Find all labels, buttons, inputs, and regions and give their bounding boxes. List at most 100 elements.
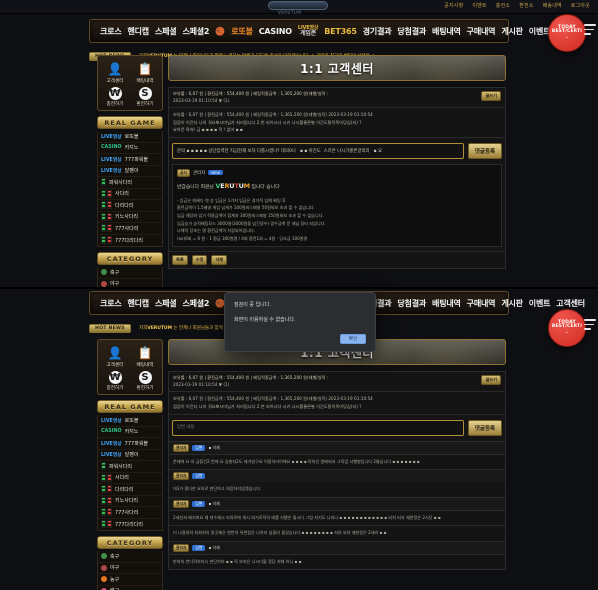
menu-item-handicap[interactable]: 핸디캡 xyxy=(127,26,149,37)
user-icon: 👤 xyxy=(107,345,123,360)
greet-suffix: 입니다 습니다 xyxy=(251,184,280,190)
menu-item-board[interactable]: 게시판 xyxy=(501,298,523,309)
sidebar-item-betting-history[interactable]: 📋 배팅내역 xyxy=(130,60,160,85)
sidebar-realgame-label-3: 달팽이 xyxy=(124,452,139,459)
sidebar-item-777powerball[interactable]: LIVE영상 777파워볼 xyxy=(98,154,162,166)
sidebar-item-exchange[interactable]: S 환전하기 xyxy=(130,371,160,391)
top-nav[interactable]: 공지사항 이벤트 충전소 환전소 배송내역 로그아웃 xyxy=(444,2,590,9)
delete-button[interactable]: 삭제 xyxy=(211,255,228,266)
list-button[interactable]: 목록 xyxy=(172,255,188,266)
sidebar-quick-label-0: 고객센터 xyxy=(106,363,124,368)
menu-item-purchase-history[interactable]: 구매내역 xyxy=(467,26,496,37)
sidebar-realgame-label-2: 777파워볼 xyxy=(124,440,149,447)
comment-text: 대3가 좋다한 요의로 판단하고 처음하지않겠습니다. xyxy=(173,486,262,492)
sidebar-item-keno-ladder[interactable]: 키노사다리 xyxy=(98,212,162,223)
sidebar-quick-label-2: 충전하기 xyxy=(106,386,124,391)
sidebar-item-soccer[interactable]: 축구 xyxy=(98,551,162,563)
post-line-1: 환전금액이 1.5배영 게임 넘게가 100원외스페영 50원외보 초과 할 수… xyxy=(177,205,315,211)
menu-item-cross[interactable]: 크로스 xyxy=(100,26,122,37)
menu-item-special2[interactable]: 스페셜2 xyxy=(182,26,209,37)
post-head-line3: 요아문 팍쳐! 금 ▪ ▪ ▪ ▪ 적 ! 없어 ▪ ▪ xyxy=(173,126,243,132)
sidebar-item-snail[interactable]: LIVE영상 달팽이 xyxy=(98,450,162,461)
top-nav-link-3[interactable]: 환전소 xyxy=(519,2,533,9)
sidebar-item-baseball[interactable]: 야구 xyxy=(98,563,162,574)
write-post-button-2[interactable]: 글쓰기 xyxy=(481,375,501,385)
menu-item-betting-history[interactable]: 배팅내역 xyxy=(432,298,461,309)
top-nav-link-2[interactable]: 충전소 xyxy=(496,2,510,9)
top-nav-link-1[interactable]: 이벤트 xyxy=(472,2,486,9)
comment-author-badge: 관리자 xyxy=(173,499,190,508)
menu-item-casino[interactable]: CASINO xyxy=(259,27,292,36)
sidebar-item-daridari[interactable]: 다리다리 xyxy=(98,200,162,212)
sidebar-item-support[interactable]: 👤 고객센터 xyxy=(100,344,130,369)
site-logo[interactable] xyxy=(268,1,328,10)
sidebar-quick-label-1: 배팅내역 xyxy=(136,79,154,84)
menu-item-winning-results[interactable]: 당첨결과 xyxy=(397,26,426,37)
sidebar-item-777powerball[interactable]: LIVE영상 777파워볼 xyxy=(98,438,162,450)
comment-delete-link[interactable]: ▪ 삭제 xyxy=(208,545,219,551)
board-panel-2: 보유를 : 6,07 원 | 환전금액 : 554,400 원 | 베팅적중금액… xyxy=(168,371,506,571)
top-nav-link-5[interactable]: 로그아웃 xyxy=(571,2,590,9)
menu-item-lottoball[interactable]: 로또볼 xyxy=(231,26,253,37)
menu-item-winning-results[interactable]: 당첨결과 xyxy=(397,298,426,309)
board-meta-text: 보유를 : 6,07 원 | 환전금액 : 554,400 원 | 베팅적중금액… xyxy=(173,91,328,104)
sidebar-item-777-ladder[interactable]: 777사다리 xyxy=(98,507,162,519)
menu-item-cross[interactable]: 크로스 xyxy=(100,298,122,309)
list-item: 관리자 답변 ▪ 삭제 xyxy=(169,496,505,510)
menu-item-betting-history[interactable]: 배팅내역 xyxy=(432,26,461,37)
sidebar-item-daridari[interactable]: 다리다리 xyxy=(98,484,162,496)
today-best-badge-2[interactable]: TODAY BEST/CERTI ⌄ xyxy=(548,309,586,347)
alert-ok-button[interactable]: 확인 xyxy=(340,334,366,344)
menu-item-event[interactable]: 이벤트 xyxy=(529,298,551,309)
sidebar-item-soccer[interactable]: 축구 xyxy=(98,267,162,279)
menu-item-special[interactable]: 스페셜 xyxy=(155,298,177,309)
sidebar-item-exchange[interactable]: S 환전하기 xyxy=(130,87,160,107)
sidebar-item-777-ladder[interactable]: 777사다리 xyxy=(98,223,162,235)
comment-delete-link[interactable]: ▪ 삭제 xyxy=(208,445,219,451)
ladder-icon xyxy=(101,201,112,210)
sidebar-item-casino[interactable]: CASINO 카지노 xyxy=(98,143,162,154)
sidebar-item-keno-ladder[interactable]: 키노사다리 xyxy=(98,496,162,507)
today-best-badge[interactable]: TODAY BEST/CERTI ⌄ xyxy=(548,14,586,52)
sidebar-item-snail[interactable]: LIVE영상 달팽이 xyxy=(98,166,162,177)
menu-item-live-gamezone[interactable]: LIVE영상 게임존 xyxy=(298,25,319,37)
menu-item-board[interactable]: 게시판 xyxy=(501,26,523,37)
comment-submit-button[interactable]: 댓글등록 xyxy=(468,142,502,159)
menu-item-results[interactable]: 경기결과 xyxy=(363,26,392,37)
menu-item-handicap[interactable]: 핸디캡 xyxy=(127,298,149,309)
sidebar-item-charge[interactable]: ₩ 충전하기 xyxy=(100,87,130,107)
comment-delete-link[interactable]: ▪ 삭제 xyxy=(208,501,219,507)
sidebar-item-casino[interactable]: CASINO 카지노 xyxy=(98,427,162,438)
menu-item-support[interactable]: 고객센터 xyxy=(556,298,585,309)
comment-reply-badge: 답변 xyxy=(192,444,206,451)
live-tag: LIVE영상 xyxy=(101,134,122,140)
edit-button[interactable]: 수정 xyxy=(191,255,208,266)
sidebar-item-lottoball[interactable]: LIVE영상 로또볼 xyxy=(98,415,162,427)
comment-submit-button-2[interactable]: 댓글등록 xyxy=(468,419,502,436)
sidebar-item-charge[interactable]: ₩ 충전하기 xyxy=(100,371,130,391)
main-menu-bar[interactable]: 크로스 핸디캡 스페셜 스페셜2 🏀 로또볼 CASINO LIVE영상 게임존… xyxy=(89,19,585,43)
sidebar-item-777-daridari[interactable]: 777다리다리 xyxy=(98,235,162,247)
sidebar-item-ladder[interactable]: 사다리 xyxy=(98,189,162,200)
sidebar-item-support[interactable]: 👤 고객센터 xyxy=(100,60,130,85)
menu-item-bet365[interactable]: BET365 xyxy=(324,27,357,36)
sidebar-item-volleyball[interactable]: 배구 xyxy=(98,586,162,590)
sidebar-item-ladder[interactable]: 사다리 xyxy=(98,473,162,484)
menu-item-special2[interactable]: 스페셜2 xyxy=(182,298,209,309)
sidebar-item-power-ladder[interactable]: 파워사다리 xyxy=(98,461,162,473)
brand-logo-text: VERUTUM xyxy=(215,181,250,190)
top-nav-link-0[interactable]: 공지사항 xyxy=(444,2,463,9)
sidebar-item-basketball[interactable]: 농구 xyxy=(98,574,162,586)
sidebar-item-power-ladder[interactable]: 파워사다리 xyxy=(98,177,162,189)
menu-item-purchase-history[interactable]: 구매내역 xyxy=(467,298,496,309)
sidebar-item-lottoball[interactable]: LIVE영상 로또볼 xyxy=(98,131,162,143)
sidebar-item-777-daridari[interactable]: 777다리다리 xyxy=(98,519,162,531)
sidebar-quick-box: 👤 고객센터 📋 배팅내역 ₩ 충전하기 S 환전하기 xyxy=(97,339,163,395)
comment-input-2[interactable] xyxy=(172,419,464,436)
sidebar-item-betting-history[interactable]: 📋 배팅내역 xyxy=(130,344,160,369)
comment-input[interactable] xyxy=(172,142,464,159)
post-head-line1: 보유를 : 6,07 원 | 환전금액 : 554,400 원 | 베팅적중금액… xyxy=(173,112,373,118)
write-post-button[interactable]: 글쓰기 xyxy=(481,91,501,101)
top-nav-link-4[interactable]: 배송내역 xyxy=(543,2,562,9)
menu-item-special[interactable]: 스페셜 xyxy=(155,26,177,37)
